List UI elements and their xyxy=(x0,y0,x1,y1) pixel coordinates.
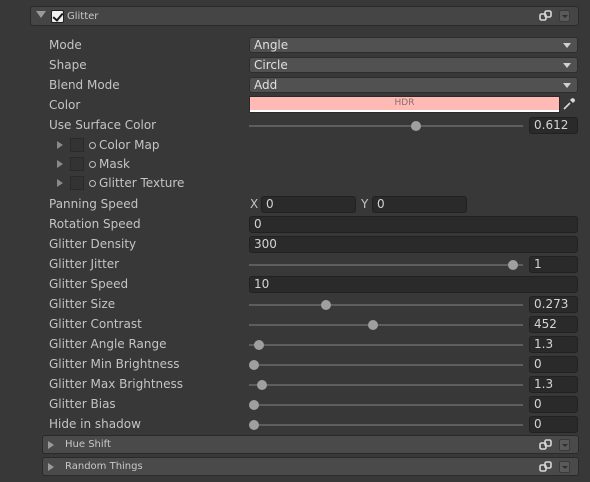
glitter-section-header[interactable]: Glitter xyxy=(30,6,579,26)
panning-speed-label: Panning Speed xyxy=(49,197,139,211)
color-field[interactable]: HDR xyxy=(249,96,560,113)
glitter-size-input[interactable]: 0.273 xyxy=(529,296,578,313)
glitter-jitter-label: Glitter Jitter xyxy=(49,257,120,271)
shape-label: Shape xyxy=(49,58,87,72)
glitter-jitter-input[interactable]: 1 xyxy=(529,256,578,273)
texture-slot[interactable] xyxy=(70,176,84,190)
glitter-bias-input[interactable]: 0 xyxy=(529,396,578,413)
link-icon[interactable] xyxy=(539,461,552,473)
blend-mode-label: Blend Mode xyxy=(49,78,120,92)
panning-y-input[interactable]: 0 xyxy=(372,196,467,213)
hue-shift-section-header[interactable]: Hue Shift xyxy=(42,435,579,454)
glitter-size-label: Glitter Size xyxy=(49,297,116,311)
glitter-speed-input[interactable]: 10 xyxy=(249,276,578,293)
glitter-max-brightness-input[interactable]: 1.3 xyxy=(529,376,578,393)
chevron-down-icon xyxy=(563,63,571,68)
use-surface-color-input[interactable]: 0.612 xyxy=(529,117,578,134)
panning-x-label: X xyxy=(250,197,259,211)
foldout-collapsed-icon[interactable] xyxy=(57,141,63,149)
panning-x-input[interactable]: 0 xyxy=(261,196,356,213)
link-icon[interactable] xyxy=(539,439,552,451)
mode-label: Mode xyxy=(49,38,82,52)
glitter-angle-range-input[interactable]: 1.3 xyxy=(529,336,578,353)
mode-dropdown[interactable]: Angle xyxy=(249,37,578,53)
link-icon[interactable] xyxy=(539,10,552,22)
glitter-max-brightness-slider-thumb[interactable] xyxy=(256,380,267,390)
glitter-bias-label: Glitter Bias xyxy=(49,397,116,411)
glitter-min-brightness-input[interactable]: 0 xyxy=(529,356,578,373)
glitter-speed-label: Glitter Speed xyxy=(49,277,129,291)
blend-mode-value: Add xyxy=(254,78,278,92)
glitter-bias-slider-thumb[interactable] xyxy=(249,400,259,410)
glitter-bias-slider-track[interactable] xyxy=(249,404,523,406)
glitter-min-brightness-slider-track[interactable] xyxy=(249,364,523,366)
glitter-density-label: Glitter Density xyxy=(49,237,137,251)
glitter-size-slider-thumb[interactable] xyxy=(321,300,332,310)
glitter-contrast-slider-track[interactable] xyxy=(249,324,523,326)
hide-in-shadow-input[interactable]: 0 xyxy=(529,416,578,433)
hide-in-shadow-slider-track[interactable] xyxy=(249,424,523,426)
chevron-down-icon xyxy=(563,83,571,88)
foldout-expanded-icon[interactable] xyxy=(36,11,46,18)
color-map-label: Color Map xyxy=(99,138,160,152)
glitter-max-brightness-label: Glitter Max Brightness xyxy=(49,377,184,391)
glitter-max-brightness-slider-track[interactable] xyxy=(249,384,523,386)
chevron-down-icon xyxy=(563,43,571,48)
eyedropper-icon[interactable] xyxy=(562,97,576,111)
alpha-bar xyxy=(250,110,559,112)
mode-value: Angle xyxy=(254,38,289,52)
object-picker-icon[interactable] xyxy=(89,161,96,168)
random-things-section-header[interactable]: Random Things xyxy=(42,457,579,476)
shape-value: Circle xyxy=(254,58,288,72)
hdr-label: HDR xyxy=(394,98,415,108)
glitter-angle-range-slider-track[interactable] xyxy=(249,344,523,346)
section-menu-dropdown-icon[interactable] xyxy=(559,461,570,473)
glitter-min-brightness-slider-thumb[interactable] xyxy=(249,360,259,370)
foldout-collapsed-icon[interactable] xyxy=(48,463,54,471)
glitter-angle-range-label: Glitter Angle Range xyxy=(49,337,167,351)
random-things-title: Random Things xyxy=(65,461,143,472)
color-label: Color xyxy=(49,98,81,112)
use-surface-color-label: Use Surface Color xyxy=(49,118,157,132)
blend-mode-dropdown[interactable]: Add xyxy=(249,77,578,93)
foldout-collapsed-icon[interactable] xyxy=(57,160,63,168)
glitter-size-slider-track[interactable] xyxy=(249,304,523,306)
texture-slot[interactable] xyxy=(70,157,84,171)
glitter-angle-range-slider-thumb[interactable] xyxy=(254,340,265,350)
object-picker-icon[interactable] xyxy=(89,142,96,149)
glitter-min-brightness-label: Glitter Min Brightness xyxy=(49,357,180,371)
texture-slot[interactable] xyxy=(70,138,84,152)
section-title: Glitter xyxy=(67,11,99,22)
object-picker-icon[interactable] xyxy=(89,180,96,187)
hide-in-shadow-slider-thumb[interactable] xyxy=(249,420,259,430)
glitter-texture-label: Glitter Texture xyxy=(99,176,185,190)
glitter-jitter-slider-thumb[interactable] xyxy=(507,260,518,270)
hue-shift-title: Hue Shift xyxy=(65,439,111,450)
glitter-contrast-slider-thumb[interactable] xyxy=(367,320,378,330)
panning-y-label: Y xyxy=(361,197,369,211)
mask-label: Mask xyxy=(99,157,130,171)
foldout-collapsed-icon[interactable] xyxy=(57,179,63,187)
hide-in-shadow-label: Hide in shadow xyxy=(49,417,141,431)
section-menu-dropdown-icon[interactable] xyxy=(559,10,570,22)
use-surface-color-slider-track[interactable] xyxy=(249,125,523,127)
glitter-jitter-slider-track[interactable] xyxy=(249,264,523,266)
section-menu-dropdown-icon[interactable] xyxy=(559,439,570,451)
use-surface-color-slider-thumb[interactable] xyxy=(410,121,421,131)
rotation-speed-label: Rotation Speed xyxy=(49,217,141,231)
glitter-contrast-input[interactable]: 452 xyxy=(529,316,578,333)
glitter-enabled-checkbox[interactable] xyxy=(51,10,64,23)
foldout-collapsed-icon[interactable] xyxy=(48,441,54,449)
rotation-speed-input[interactable]: 0 xyxy=(249,216,578,233)
glitter-contrast-label: Glitter Contrast xyxy=(49,317,142,331)
glitter-density-input[interactable]: 300 xyxy=(249,236,578,253)
shape-dropdown[interactable]: Circle xyxy=(249,57,578,73)
